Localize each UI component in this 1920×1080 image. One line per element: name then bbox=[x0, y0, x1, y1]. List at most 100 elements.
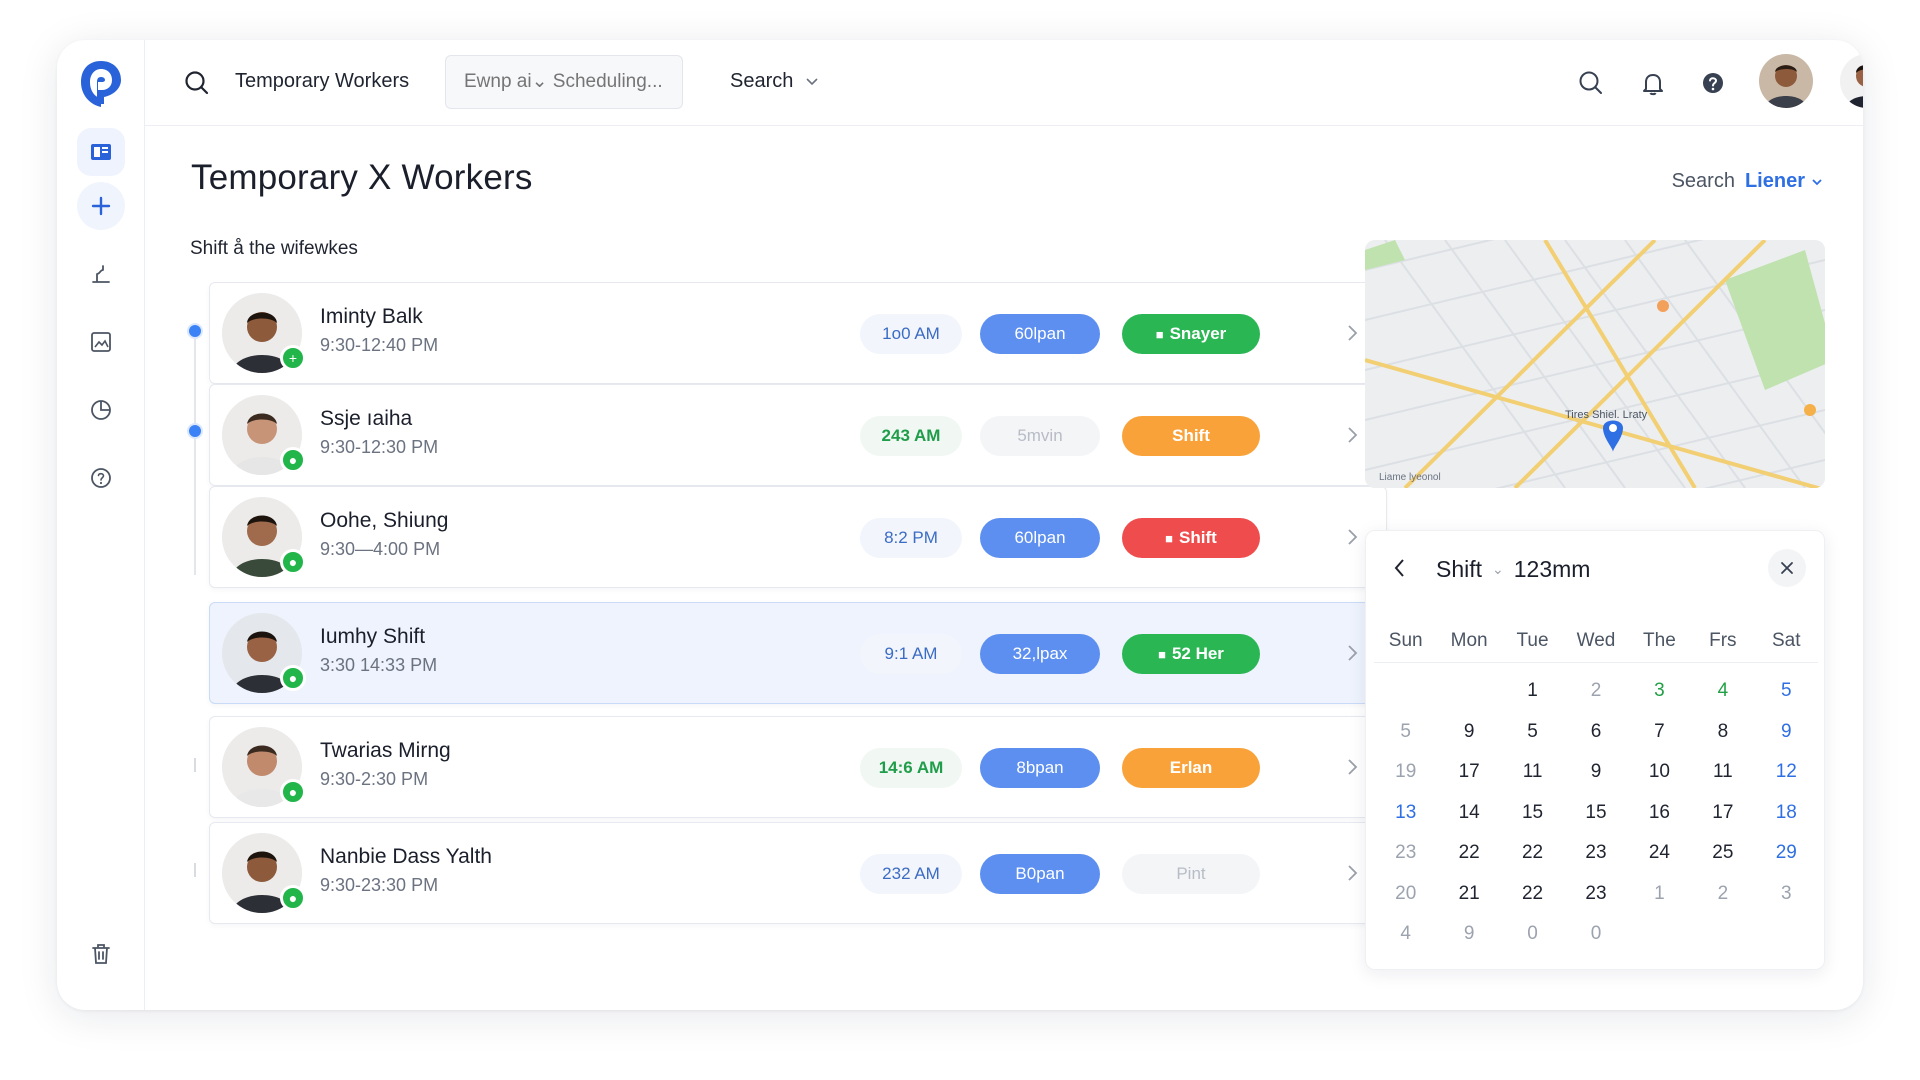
calendar-day[interactable]: 4 bbox=[1691, 680, 1754, 702]
calendar-day[interactable]: 24 bbox=[1628, 842, 1691, 864]
user-avatar[interactable] bbox=[1759, 54, 1813, 108]
account-avatar[interactable] bbox=[1840, 54, 1863, 108]
calendar-day[interactable]: 3 bbox=[1755, 883, 1818, 905]
start-time-tag[interactable]: 243 AM bbox=[860, 416, 962, 456]
calendar-day[interactable]: 9 bbox=[1437, 721, 1500, 743]
calendar-day[interactable]: 16 bbox=[1628, 802, 1691, 824]
duration-tag[interactable]: 60lpan bbox=[980, 518, 1100, 558]
chevron-right-icon[interactable] bbox=[1342, 321, 1362, 345]
close-button[interactable] bbox=[1768, 549, 1806, 587]
calendar-day[interactable]: 22 bbox=[1501, 842, 1564, 864]
sidebar-item-trash[interactable] bbox=[77, 930, 125, 978]
status-pill[interactable]: ■ Snayer bbox=[1122, 314, 1260, 354]
help-icon[interactable] bbox=[1697, 67, 1729, 99]
search-icon[interactable] bbox=[1575, 67, 1607, 99]
search-dropdown[interactable]: Search bbox=[730, 70, 819, 93]
calendar-day[interactable]: 19 bbox=[1374, 761, 1437, 783]
calendar-day[interactable]: 0 bbox=[1564, 923, 1627, 945]
calendar-day[interactable]: 7 bbox=[1628, 721, 1691, 743]
calendar-day[interactable]: 25 bbox=[1691, 842, 1754, 864]
worker-row[interactable]: + Iminty Balk 9:30-12:40 PM 1o0 AM 60lpa… bbox=[209, 282, 1387, 384]
chevron-right-icon[interactable] bbox=[1342, 525, 1362, 549]
calendar-day[interactable]: 23 bbox=[1564, 883, 1627, 905]
calendar-day[interactable]: 9 bbox=[1755, 721, 1818, 743]
calendar-day[interactable]: 6 bbox=[1564, 721, 1627, 743]
scheduling-search-input[interactable] bbox=[445, 55, 683, 109]
status-pill[interactable]: Shift bbox=[1122, 416, 1260, 456]
sidebar-item-help[interactable] bbox=[77, 454, 125, 502]
calendar-day[interactable]: 20 bbox=[1374, 883, 1437, 905]
calendar-day[interactable]: 17 bbox=[1437, 761, 1500, 783]
map-canvas[interactable]: Tires Shiel. Lraty Liame lyeonol bbox=[1365, 240, 1825, 488]
calendar-day[interactable]: 4 bbox=[1374, 923, 1437, 945]
calendar-day[interactable]: 12 bbox=[1755, 761, 1818, 783]
calendar-day[interactable]: 17 bbox=[1691, 802, 1754, 824]
worker-row[interactable]: ● Twarias Mirng 9:30-2:30 PM 14:6 AM 8bp… bbox=[209, 716, 1387, 818]
duration-tag[interactable]: 32,lpax bbox=[980, 634, 1100, 674]
map-view[interactable]: Tires Shiel. Lraty Liame lyeonol bbox=[1365, 240, 1825, 488]
chevron-right-icon[interactable] bbox=[1342, 423, 1362, 447]
calendar-day[interactable]: 18 bbox=[1755, 802, 1818, 824]
calendar-day[interactable]: 1 bbox=[1501, 680, 1564, 702]
status-pill[interactable]: ■ 52 Her bbox=[1122, 634, 1260, 674]
bell-icon[interactable] bbox=[1637, 67, 1669, 99]
calendar-day[interactable]: 8 bbox=[1691, 721, 1754, 743]
sidebar-item-dashboard[interactable] bbox=[77, 128, 125, 176]
calendar-day[interactable]: 2 bbox=[1564, 680, 1627, 702]
chevron-right-icon[interactable] bbox=[1342, 641, 1362, 665]
calendar-day[interactable]: 9 bbox=[1437, 923, 1500, 945]
sidebar-item-images[interactable] bbox=[77, 318, 125, 366]
calendar-day[interactable]: 5 bbox=[1374, 721, 1437, 743]
calendar-day[interactable]: 5 bbox=[1501, 721, 1564, 743]
sort-dropdown[interactable]: Liener bbox=[1745, 170, 1823, 193]
search-icon[interactable] bbox=[182, 68, 212, 98]
calendar-day[interactable]: 0 bbox=[1501, 923, 1564, 945]
map-place-label: Tires Shiel. Lraty bbox=[1565, 409, 1648, 421]
status-pill[interactable]: Pint bbox=[1122, 854, 1260, 894]
sidebar-item-analytics[interactable] bbox=[77, 250, 125, 298]
calendar-day[interactable]: 13 bbox=[1374, 802, 1437, 824]
calendar-day[interactable]: 21 bbox=[1437, 883, 1500, 905]
calendar-day[interactable]: 1 bbox=[1628, 883, 1691, 905]
chevron-left-icon[interactable] bbox=[1388, 555, 1412, 581]
duration-tag[interactable]: B0pan bbox=[980, 854, 1100, 894]
start-time-tag[interactable]: 9:1 AM bbox=[860, 634, 962, 674]
calendar-day[interactable]: 14 bbox=[1437, 802, 1500, 824]
calendar-day[interactable]: 3 bbox=[1628, 680, 1691, 702]
duration-tag[interactable]: 5mvin bbox=[980, 416, 1100, 456]
start-time-tag[interactable]: 1o0 AM bbox=[860, 314, 962, 354]
calendar-day[interactable]: 29 bbox=[1755, 842, 1818, 864]
status-pill[interactable]: Erlan bbox=[1122, 748, 1260, 788]
calendar-day[interactable]: 2 bbox=[1691, 883, 1754, 905]
sidebar-item-reports[interactable] bbox=[77, 386, 125, 434]
status-pill-label: Shift bbox=[1179, 528, 1217, 547]
worker-row[interactable]: ● Nanbie Dass Yalth 9:30-23:30 PM 232 AM… bbox=[209, 822, 1387, 924]
status-pill[interactable]: ■ Shift bbox=[1122, 518, 1260, 558]
chevron-right-icon[interactable] bbox=[1342, 755, 1362, 779]
start-time-tag[interactable]: 232 AM bbox=[860, 854, 962, 894]
calendar-day[interactable]: 10 bbox=[1628, 761, 1691, 783]
calendar-day[interactable]: 15 bbox=[1564, 802, 1627, 824]
calendar-day[interactable]: 11 bbox=[1691, 761, 1754, 783]
worker-row-selected[interactable]: ● Iumhy Shift 3:30 14:33 PM 9:1 AM 32,lp… bbox=[209, 602, 1387, 704]
start-time-tag[interactable]: 14:6 AM bbox=[860, 748, 962, 788]
calendar-day[interactable]: 5 bbox=[1755, 680, 1818, 702]
chevron-right-icon[interactable] bbox=[1342, 861, 1362, 885]
image-icon bbox=[91, 332, 111, 352]
calendar-day[interactable]: 22 bbox=[1437, 842, 1500, 864]
worker-row[interactable]: ● Ssje ıaiha 9:30-12:30 PM 243 AM 5mvin … bbox=[209, 384, 1387, 486]
calendar-day[interactable]: 23 bbox=[1374, 842, 1437, 864]
calendar-header[interactable]: Shift ⌄ 123mm bbox=[1436, 556, 1590, 583]
calendar-day[interactable]: 23 bbox=[1564, 842, 1627, 864]
map-corner-label: Liame lyeonol bbox=[1379, 472, 1441, 483]
sidebar-add-button[interactable] bbox=[77, 182, 125, 230]
app-logo[interactable] bbox=[78, 58, 124, 110]
start-time-tag[interactable]: 8:2 PM bbox=[860, 518, 962, 558]
duration-tag[interactable]: 60lpan bbox=[980, 314, 1100, 354]
duration-tag[interactable]: 8bpan bbox=[980, 748, 1100, 788]
calendar-day[interactable]: 15 bbox=[1501, 802, 1564, 824]
calendar-day[interactable]: 22 bbox=[1501, 883, 1564, 905]
worker-row[interactable]: ● Oohe, Shiung 9:30—4:00 PM 8:2 PM 60lpa… bbox=[209, 486, 1387, 588]
calendar-day[interactable]: 9 bbox=[1564, 761, 1627, 783]
calendar-day[interactable]: 11 bbox=[1501, 761, 1564, 783]
